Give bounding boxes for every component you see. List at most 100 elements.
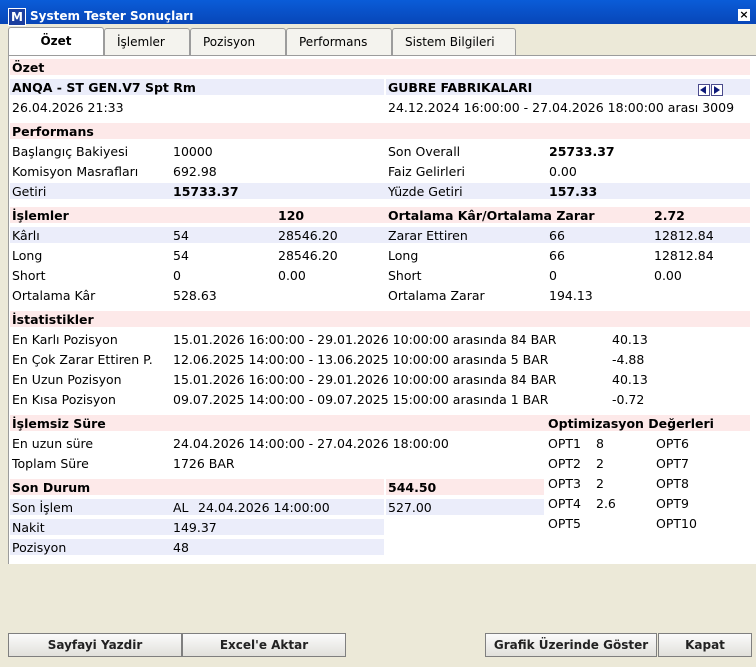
- last-trade-action: AL: [173, 500, 189, 515]
- tab-pozisyon[interactable]: Pozisyon: [190, 28, 286, 55]
- longest-idle-value: 24.04.2026 14:00:00 - 27.04.2026 18:00:0…: [173, 436, 449, 451]
- opt-label: OPT6: [656, 436, 689, 451]
- stat-value: -4.88: [612, 352, 645, 367]
- system-name: ANQA - ST GEN.V7 Spt Rm: [12, 80, 196, 95]
- return-value: 15733.37: [173, 184, 239, 199]
- opt-value: 2: [596, 476, 604, 491]
- losing-label: Zarar Ettiren: [388, 228, 468, 243]
- band: [10, 183, 750, 199]
- stat-value: -0.72: [612, 392, 645, 407]
- short2-label: Short: [388, 268, 422, 283]
- opt-label: OPT7: [656, 456, 689, 471]
- section-header-islemsiz-sure: İşlemsiz Süre: [12, 416, 106, 431]
- report-datetime: 26.04.2026 21:33: [12, 100, 124, 115]
- longest-idle-label: En uzun süre: [12, 436, 94, 451]
- band: [10, 227, 750, 243]
- band: [10, 59, 750, 75]
- stat-range: 15.01.2026 16:00:00 - 29.01.2026 10:00:0…: [173, 372, 557, 387]
- losing-count: 66: [549, 228, 565, 243]
- short-count: 0: [173, 268, 181, 283]
- overall-value: 25733.37: [549, 144, 615, 159]
- start-balance-value: 10000: [173, 144, 213, 159]
- losing-value: 12812.84: [654, 228, 714, 243]
- close-icon[interactable]: ×: [738, 9, 750, 21]
- last-trade-price: 527.00: [388, 500, 432, 515]
- total-idle-value: 1726 BAR: [173, 456, 235, 471]
- short-value: 0.00: [278, 268, 306, 283]
- long-label: Long: [12, 248, 43, 263]
- opt-label: OPT2: [548, 456, 581, 471]
- opt-value: 2.6: [596, 496, 616, 511]
- avg-loss-label: Ortalama Zarar: [388, 288, 485, 303]
- stat-label: En Uzun Pozisyon: [12, 372, 122, 387]
- trade-count: 120: [278, 208, 305, 223]
- short2-count: 0: [549, 268, 557, 283]
- pct-return-value: 157.33: [549, 184, 598, 199]
- stat-label: En Kısa Pozisyon: [12, 392, 116, 407]
- profitable-label: Kârlı: [12, 228, 40, 243]
- section-header-istatistikler: İstatistikler: [12, 312, 94, 327]
- cash-label: Nakit: [12, 520, 45, 535]
- tab-performans[interactable]: Performans: [286, 28, 392, 55]
- band: [10, 123, 750, 139]
- short-label: Short: [12, 268, 46, 283]
- overall-label: Son Overall: [388, 144, 461, 159]
- window-title: System Tester Sonuçları: [30, 9, 194, 23]
- long2-count: 66: [549, 248, 565, 263]
- stat-label: En Karlı Pozisyon: [12, 332, 118, 347]
- avg-loss-value: 194.13: [549, 288, 593, 303]
- tab-sistem-bilgileri[interactable]: Sistem Bilgileri: [392, 28, 516, 55]
- last-trade-time: 24.04.2026 14:00:00: [198, 500, 330, 515]
- section-header-performans: Performans: [12, 124, 94, 139]
- long-count: 54: [173, 248, 189, 263]
- app-logo-icon: M: [8, 8, 26, 26]
- stat-range: 15.01.2026 16:00:00 - 29.01.2026 10:00:0…: [173, 332, 557, 347]
- start-balance-label: Başlangıç Bakiyesi: [12, 144, 129, 159]
- avg-profit-label: Ortalama Kâr: [12, 288, 96, 303]
- interest-label: Faiz Gelirleri: [388, 164, 465, 179]
- interest-value: 0.00: [549, 164, 577, 179]
- position-value: 48: [173, 540, 189, 555]
- next-arrow-icon[interactable]: [711, 84, 723, 96]
- commission-label: Komisyon Masrafları: [12, 164, 139, 179]
- opt-label: OPT4: [548, 496, 581, 511]
- opt-label: OPT9: [656, 496, 689, 511]
- last-price: 544.50: [388, 480, 437, 495]
- pct-return-label: Yüzde Getiri: [388, 184, 463, 199]
- band: [10, 207, 750, 223]
- stat-value: 40.13: [612, 332, 648, 347]
- opt-label: OPT8: [656, 476, 689, 491]
- profitable-count: 54: [173, 228, 189, 243]
- opt-value: 8: [596, 436, 604, 451]
- long-value: 28546.20: [278, 248, 338, 263]
- tab-islemler[interactable]: İşlemler: [104, 28, 190, 55]
- prev-arrow-icon[interactable]: [698, 84, 710, 96]
- ratio-value: 2.72: [654, 208, 685, 223]
- stat-value: 40.13: [612, 372, 648, 387]
- stat-range: 12.06.2025 14:00:00 - 13.06.2025 10:00:0…: [173, 352, 549, 367]
- cash-value: 149.37: [173, 520, 217, 535]
- print-button[interactable]: Sayfayi Yazdir: [8, 633, 182, 657]
- title-bar: M System Tester Sonuçları ×: [0, 0, 756, 26]
- long2-label: Long: [388, 248, 419, 263]
- section-header-son-durum: Son Durum: [12, 480, 91, 495]
- section-header-ozet: Özet: [12, 60, 45, 75]
- section-header-optimizasyon: Optimizasyon Değerleri: [548, 416, 714, 431]
- section-header-islemler: İşlemler: [12, 208, 69, 223]
- total-idle-label: Toplam Süre: [12, 456, 89, 471]
- close-button[interactable]: Kapat: [658, 633, 752, 657]
- position-label: Pozisyon: [12, 540, 67, 555]
- show-on-chart-button[interactable]: Grafik Üzerinde Göster: [485, 633, 657, 657]
- symbol-name: GUBRE FABRIKALARI: [388, 80, 533, 95]
- opt-label: OPT1: [548, 436, 581, 451]
- export-excel-button[interactable]: Excel'e Aktar: [182, 633, 346, 657]
- opt-label: OPT5: [548, 516, 581, 531]
- tab-ozet[interactable]: Özet: [8, 27, 104, 56]
- test-range: 24.12.2024 16:00:00 - 27.04.2026 18:00:0…: [388, 100, 735, 115]
- band: [10, 311, 750, 327]
- short2-value: 0.00: [654, 268, 682, 283]
- long2-value: 12812.84: [654, 248, 714, 263]
- profitable-value: 28546.20: [278, 228, 338, 243]
- opt-label: OPT10: [656, 516, 697, 531]
- opt-value: 2: [596, 456, 604, 471]
